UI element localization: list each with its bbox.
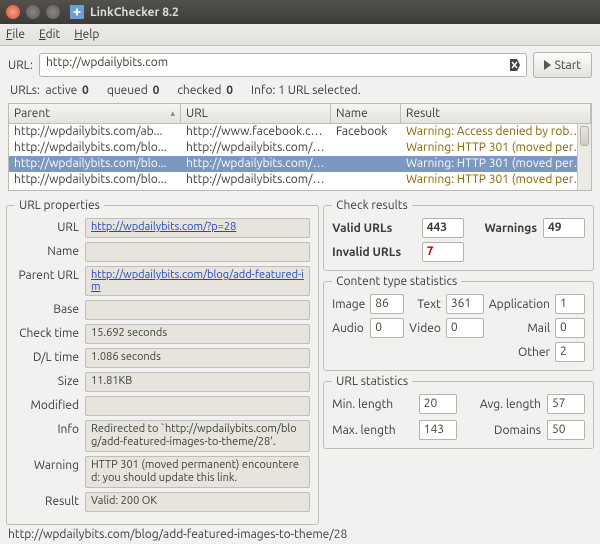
col-parent: Parent▴ (9, 104, 181, 123)
prop-dl-time: 1.086 seconds (85, 348, 310, 368)
status-urls: URLs: active 0 (10, 84, 89, 97)
scrollbar-thumb[interactable] (580, 126, 589, 146)
table-header: Parent▴ URL Name Result (9, 104, 591, 124)
start-label: Start (555, 59, 581, 72)
menu-bar: File Edit Help (0, 24, 600, 46)
valid-urls-value: 443 (422, 218, 464, 238)
menu-help[interactable]: Help (74, 28, 99, 41)
start-button[interactable]: Start (533, 52, 592, 78)
prop-check-time: 15.692 seconds (85, 324, 310, 344)
status-info: Info: 1 URL selected. (251, 84, 361, 97)
prop-name (85, 242, 310, 262)
results-table[interactable]: Parent▴ URL Name Result http://wpdailybi… (8, 103, 592, 191)
prop-info: Redirected to `http://wpdailybits.com/bl… (85, 420, 310, 452)
window-minimize-icon[interactable] (26, 5, 40, 19)
window-title: LinkChecker 8.2 (90, 6, 179, 19)
status-row: URLs: active 0 queued 0 checked 0 Info: … (0, 82, 600, 101)
max-length: 143 (419, 420, 457, 440)
ct-audio: 0 (370, 318, 404, 338)
table-body: http://wpdailybits.com/ab...http://www.f… (9, 124, 591, 188)
prop-url[interactable]: http://wpdailybits.com/?p=28 (85, 218, 310, 238)
url-label: URL: (8, 59, 33, 72)
domains-count: 50 (547, 420, 585, 440)
prop-base (85, 300, 310, 320)
menu-edit[interactable]: Edit (39, 28, 60, 41)
check-results-group: Check results Valid URLs443 Warnings49 I… (323, 199, 594, 271)
url-stats-group: URL statistics Min. length20 Avg. length… (323, 375, 594, 449)
ct-mail: 0 (555, 318, 585, 338)
status-queued: queued 0 (107, 84, 160, 97)
ct-app: 1 (555, 294, 585, 314)
app-icon (70, 5, 84, 19)
min-length: 20 (419, 394, 457, 414)
prop-warning: HTTP 301 (moved permanent) encountered: … (85, 456, 310, 488)
menu-file[interactable]: File (6, 28, 25, 41)
col-url: URL (181, 104, 331, 123)
prop-size: 11.81KB (85, 372, 310, 392)
prop-modified (85, 396, 310, 416)
table-row[interactable]: http://wpdailybits.com/blo...http://wpda… (9, 172, 591, 188)
url-properties-group: URL properties URLhttp://wpdailybits.com… (6, 199, 319, 525)
table-row[interactable]: http://wpdailybits.com/ab...http://www.f… (9, 124, 591, 140)
clear-icon[interactable] (506, 57, 522, 73)
col-name: Name (331, 104, 401, 123)
play-icon (544, 60, 551, 70)
status-bar: http://wpdailybits.com/blog/add-featured… (0, 525, 600, 544)
status-checked: checked 0 (177, 84, 233, 97)
url-input[interactable]: http://wpdailybits.com (39, 53, 527, 77)
ct-other: 2 (555, 342, 585, 362)
sort-asc-icon: ▴ (170, 108, 175, 119)
ct-video: 0 (446, 318, 484, 338)
url-bar: URL: http://wpdailybits.com Start (0, 46, 600, 82)
title-bar: LinkChecker 8.2 (0, 0, 600, 24)
window-maximize-icon[interactable] (46, 5, 60, 19)
prop-parent[interactable]: http://wpdailybits.com/blog/add-featured… (85, 266, 310, 296)
table-row[interactable]: http://wpdailybits.com/blo...http://wpda… (9, 140, 591, 156)
avg-length: 57 (547, 394, 585, 414)
content-type-stats-group: Content type statistics Image86 Text361 … (323, 275, 594, 371)
vertical-scrollbar[interactable] (577, 124, 591, 190)
prop-result: Valid: 200 OK (85, 492, 310, 512)
table-row-selected[interactable]: http://wpdailybits.com/blo...http://wpda… (9, 156, 591, 172)
col-result: Result (401, 104, 591, 123)
url-input-value: http://wpdailybits.com (46, 56, 168, 69)
ct-text: 361 (446, 294, 484, 314)
invalid-urls-value: 7 (422, 242, 464, 262)
window-close-icon[interactable] (6, 5, 20, 19)
ct-image: 86 (370, 294, 404, 314)
warnings-value: 49 (543, 218, 585, 238)
url-properties-legend: URL properties (15, 199, 104, 212)
